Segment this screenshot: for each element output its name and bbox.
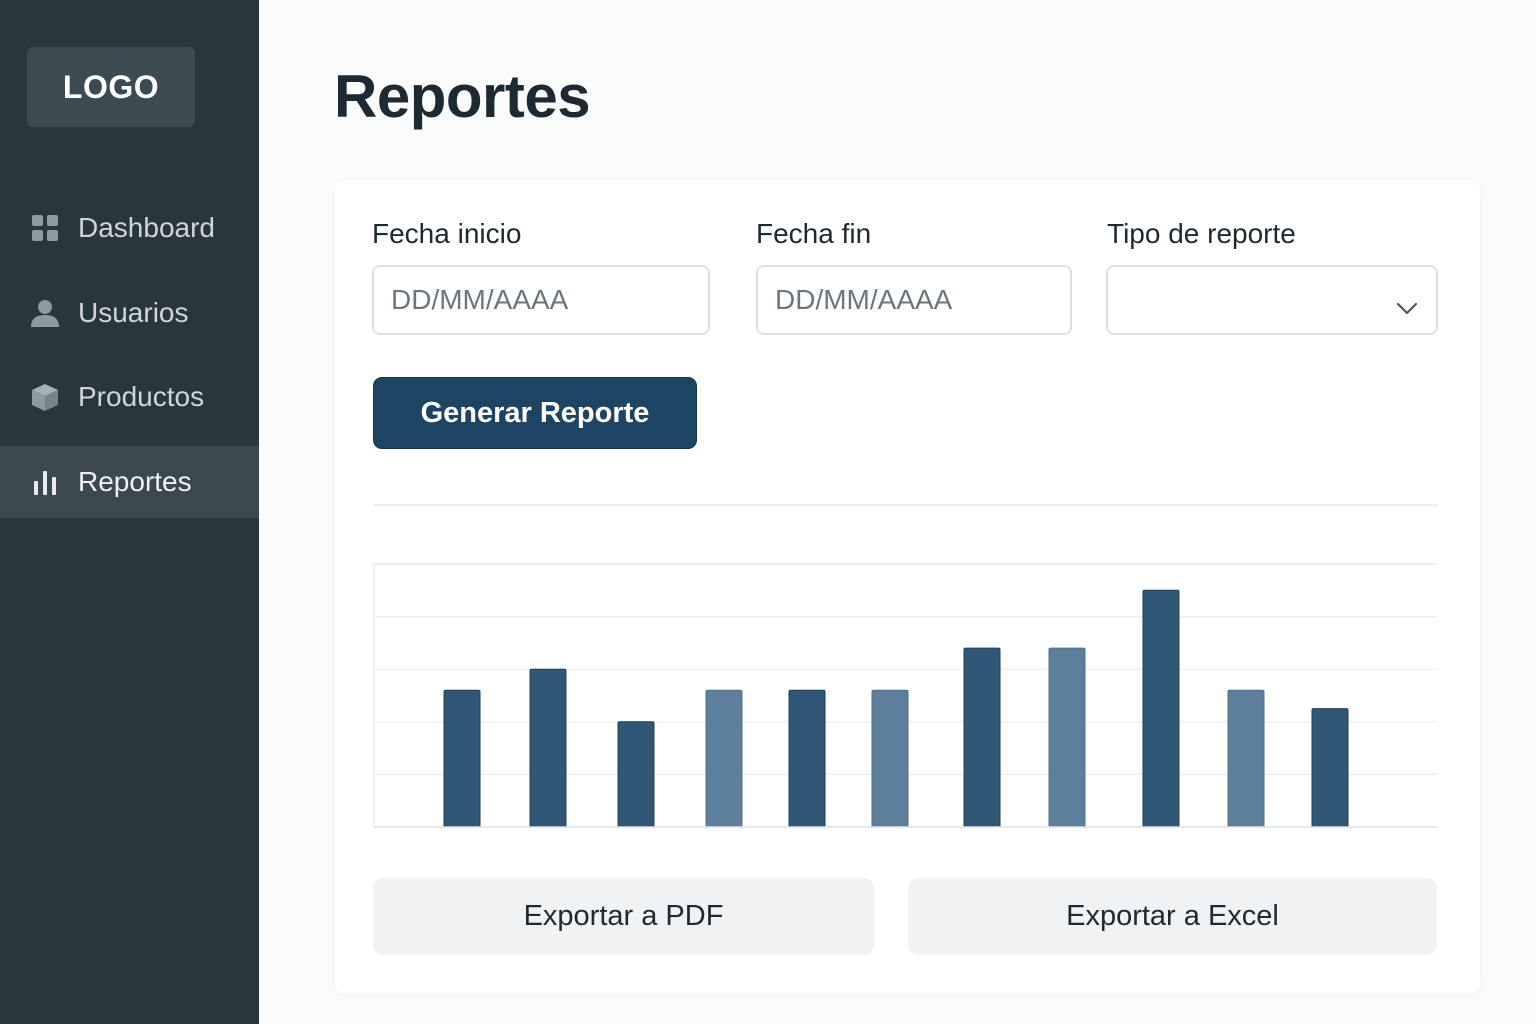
chart-bar: [1311, 708, 1349, 828]
export-excel-button[interactable]: Exportar a Excel: [908, 878, 1437, 955]
chart-bar: [1142, 589, 1180, 828]
chart-bar: [1227, 689, 1265, 828]
chart-bar: [871, 689, 909, 828]
app-window: LOGO Dashboard Usuarios Productos Report…: [0, 0, 1536, 1024]
chart-bar: [443, 689, 481, 828]
chart-bar: [788, 689, 826, 828]
chart-bar: [617, 721, 655, 828]
chart-bar: [963, 647, 1001, 828]
chart-bar: [705, 689, 743, 828]
chart-bar: [529, 668, 567, 828]
report-bar-chart: [373, 563, 1437, 828]
chart-bar: [1048, 647, 1086, 828]
export-pdf-button[interactable]: Exportar a PDF: [373, 878, 874, 955]
